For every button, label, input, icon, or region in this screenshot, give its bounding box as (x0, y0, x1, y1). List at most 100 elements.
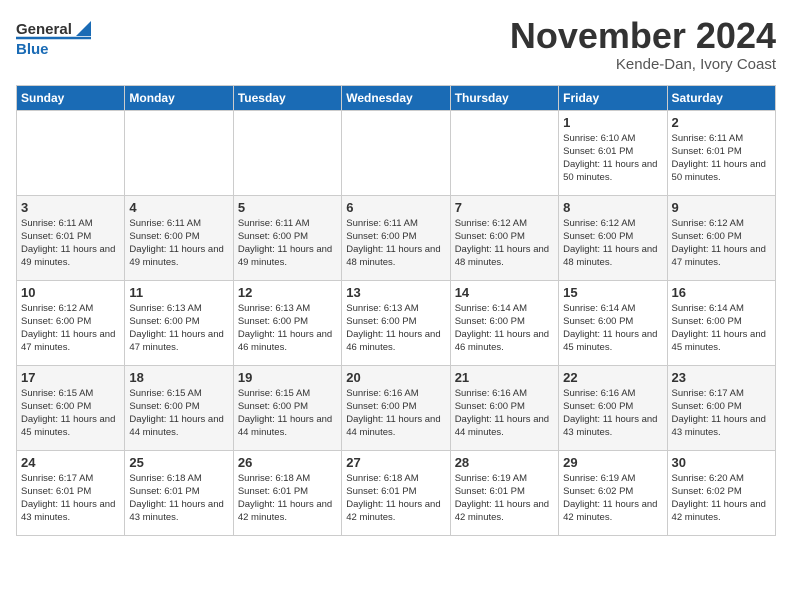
calendar-week-row: 10 Sunrise: 6:12 AM Sunset: 6:00 PM Dayli… (17, 280, 776, 365)
day-number: 13 (346, 285, 445, 300)
day-info: Sunrise: 6:15 AM Sunset: 6:00 PM Dayligh… (129, 387, 228, 440)
calendar-cell: 2 Sunrise: 6:11 AM Sunset: 6:01 PM Daylig… (667, 110, 775, 195)
day-info: Sunrise: 6:13 AM Sunset: 6:00 PM Dayligh… (129, 302, 228, 355)
title-block: November 2024 Kende-Dan, Ivory Coast (510, 16, 776, 73)
day-info: Sunrise: 6:12 AM Sunset: 6:00 PM Dayligh… (21, 302, 120, 355)
day-number: 28 (455, 455, 554, 470)
weekday-header-sunday: Sunday (17, 85, 125, 110)
weekday-header-thursday: Thursday (450, 85, 558, 110)
day-number: 24 (21, 455, 120, 470)
calendar-cell (125, 110, 233, 195)
calendar-cell: 11 Sunrise: 6:13 AM Sunset: 6:00 PM Dayli… (125, 280, 233, 365)
day-info: Sunrise: 6:15 AM Sunset: 6:00 PM Dayligh… (21, 387, 120, 440)
day-info: Sunrise: 6:17 AM Sunset: 6:01 PM Dayligh… (21, 472, 120, 525)
weekday-header-friday: Friday (559, 85, 667, 110)
calendar-week-row: 17 Sunrise: 6:15 AM Sunset: 6:00 PM Dayli… (17, 365, 776, 450)
day-info: Sunrise: 6:19 AM Sunset: 6:02 PM Dayligh… (563, 472, 662, 525)
calendar-cell: 14 Sunrise: 6:14 AM Sunset: 6:00 PM Dayli… (450, 280, 558, 365)
day-info: Sunrise: 6:14 AM Sunset: 6:00 PM Dayligh… (455, 302, 554, 355)
day-number: 27 (346, 455, 445, 470)
calendar-table: SundayMondayTuesdayWednesdayThursdayFrid… (16, 85, 776, 536)
day-info: Sunrise: 6:11 AM Sunset: 6:00 PM Dayligh… (346, 217, 445, 270)
calendar-cell: 5 Sunrise: 6:11 AM Sunset: 6:00 PM Daylig… (233, 195, 341, 280)
day-info: Sunrise: 6:14 AM Sunset: 6:00 PM Dayligh… (563, 302, 662, 355)
weekday-header-row: SundayMondayTuesdayWednesdayThursdayFrid… (17, 85, 776, 110)
calendar-cell: 16Sunrise: 6:14 AM Sunset: 6:00 PM Dayli… (667, 280, 775, 365)
calendar-cell: 22 Sunrise: 6:16 AM Sunset: 6:00 PM Dayli… (559, 365, 667, 450)
calendar-cell: 7 Sunrise: 6:12 AM Sunset: 6:00 PM Daylig… (450, 195, 558, 280)
day-info: Sunrise: 6:19 AM Sunset: 6:01 PM Dayligh… (455, 472, 554, 525)
day-info: Sunrise: 6:12 AM Sunset: 6:00 PM Dayligh… (672, 217, 771, 270)
calendar-cell: 6Sunrise: 6:11 AM Sunset: 6:00 PM Daylig… (342, 195, 450, 280)
svg-text:Blue: Blue (16, 41, 49, 58)
day-number: 30 (672, 455, 771, 470)
calendar-cell: 28 Sunrise: 6:19 AM Sunset: 6:01 PM Dayli… (450, 450, 558, 535)
day-number: 19 (238, 370, 337, 385)
day-number: 16 (672, 285, 771, 300)
day-info: Sunrise: 6:18 AM Sunset: 6:01 PM Dayligh… (238, 472, 337, 525)
calendar-cell: 1 Sunrise: 6:10 AM Sunset: 6:01 PM Daylig… (559, 110, 667, 195)
day-number: 12 (238, 285, 337, 300)
weekday-header-monday: Monday (125, 85, 233, 110)
day-number: 3 (21, 200, 120, 215)
day-number: 14 (455, 285, 554, 300)
day-number: 29 (563, 455, 662, 470)
weekday-header-wednesday: Wednesday (342, 85, 450, 110)
day-number: 9 (672, 200, 771, 215)
day-info: Sunrise: 6:16 AM Sunset: 6:00 PM Dayligh… (346, 387, 445, 440)
day-info: Sunrise: 6:17 AM Sunset: 6:00 PM Dayligh… (672, 387, 771, 440)
weekday-header-saturday: Saturday (667, 85, 775, 110)
calendar-cell: 4 Sunrise: 6:11 AM Sunset: 6:00 PM Daylig… (125, 195, 233, 280)
day-number: 15 (563, 285, 662, 300)
calendar-cell (450, 110, 558, 195)
day-number: 7 (455, 200, 554, 215)
day-info: Sunrise: 6:12 AM Sunset: 6:00 PM Dayligh… (455, 217, 554, 270)
day-info: Sunrise: 6:13 AM Sunset: 6:00 PM Dayligh… (238, 302, 337, 355)
day-number: 17 (21, 370, 120, 385)
day-number: 1 (563, 115, 662, 130)
calendar-cell (342, 110, 450, 195)
calendar-week-row: 24 Sunrise: 6:17 AM Sunset: 6:01 PM Dayli… (17, 450, 776, 535)
day-number: 23 (672, 370, 771, 385)
calendar-cell: 15 Sunrise: 6:14 AM Sunset: 6:00 PM Dayli… (559, 280, 667, 365)
day-number: 10 (21, 285, 120, 300)
month-title: November 2024 (510, 16, 776, 56)
calendar-week-row: 3 Sunrise: 6:11 AM Sunset: 6:01 PM Daylig… (17, 195, 776, 280)
calendar-cell: 9 Sunrise: 6:12 AM Sunset: 6:00 PM Daylig… (667, 195, 775, 280)
day-number: 22 (563, 370, 662, 385)
day-info: Sunrise: 6:12 AM Sunset: 6:00 PM Dayligh… (563, 217, 662, 270)
logo: General Blue (16, 16, 96, 61)
calendar-cell: 24 Sunrise: 6:17 AM Sunset: 6:01 PM Dayli… (17, 450, 125, 535)
day-info: Sunrise: 6:16 AM Sunset: 6:00 PM Dayligh… (563, 387, 662, 440)
day-number: 5 (238, 200, 337, 215)
logo-svg: General Blue (16, 16, 96, 61)
calendar-cell: 23 Sunrise: 6:17 AM Sunset: 6:00 PM Dayli… (667, 365, 775, 450)
calendar-cell: 26Sunrise: 6:18 AM Sunset: 6:01 PM Dayli… (233, 450, 341, 535)
day-number: 2 (672, 115, 771, 130)
day-info: Sunrise: 6:11 AM Sunset: 6:00 PM Dayligh… (238, 217, 337, 270)
weekday-header-tuesday: Tuesday (233, 85, 341, 110)
calendar-week-row: 1 Sunrise: 6:10 AM Sunset: 6:01 PM Daylig… (17, 110, 776, 195)
day-info: Sunrise: 6:11 AM Sunset: 6:01 PM Dayligh… (21, 217, 120, 270)
calendar-cell (233, 110, 341, 195)
day-info: Sunrise: 6:11 AM Sunset: 6:01 PM Dayligh… (672, 132, 771, 185)
day-info: Sunrise: 6:15 AM Sunset: 6:00 PM Dayligh… (238, 387, 337, 440)
location: Kende-Dan, Ivory Coast (510, 56, 776, 73)
calendar-cell: 19 Sunrise: 6:15 AM Sunset: 6:00 PM Dayli… (233, 365, 341, 450)
calendar-cell: 18 Sunrise: 6:15 AM Sunset: 6:00 PM Dayli… (125, 365, 233, 450)
calendar-cell: 21Sunrise: 6:16 AM Sunset: 6:00 PM Dayli… (450, 365, 558, 450)
calendar-cell: 30 Sunrise: 6:20 AM Sunset: 6:02 PM Dayli… (667, 450, 775, 535)
calendar-cell: 20 Sunrise: 6:16 AM Sunset: 6:00 PM Dayli… (342, 365, 450, 450)
day-number: 11 (129, 285, 228, 300)
calendar-cell: 12 Sunrise: 6:13 AM Sunset: 6:00 PM Dayli… (233, 280, 341, 365)
day-number: 20 (346, 370, 445, 385)
day-info: Sunrise: 6:13 AM Sunset: 6:00 PM Dayligh… (346, 302, 445, 355)
day-info: Sunrise: 6:10 AM Sunset: 6:01 PM Dayligh… (563, 132, 662, 185)
day-number: 18 (129, 370, 228, 385)
page-header: General Blue November 2024 Kende-Dan, Iv… (16, 16, 776, 73)
calendar-cell: 25Sunrise: 6:18 AM Sunset: 6:01 PM Dayli… (125, 450, 233, 535)
day-info: Sunrise: 6:20 AM Sunset: 6:02 PM Dayligh… (672, 472, 771, 525)
day-number: 25 (129, 455, 228, 470)
day-number: 4 (129, 200, 228, 215)
day-info: Sunrise: 6:11 AM Sunset: 6:00 PM Dayligh… (129, 217, 228, 270)
